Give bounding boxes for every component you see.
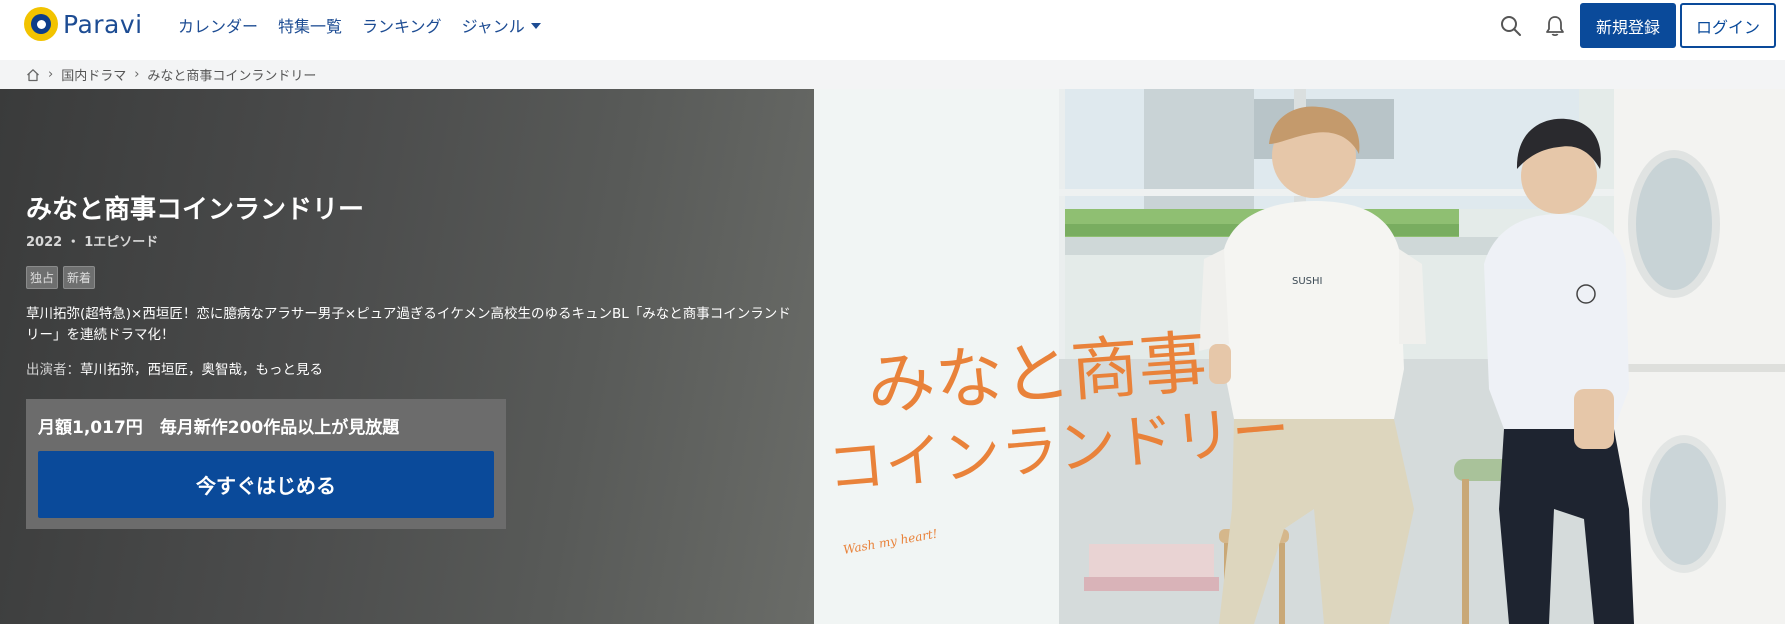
chevron-down-icon — [530, 23, 541, 29]
home-icon — [27, 68, 39, 81]
search-icon — [1500, 15, 1521, 36]
chevron-right-icon: › — [48, 67, 54, 82]
subscription-cta: 月額1,017円 毎月新作200作品以上が見放題 今すぐはじめる — [26, 399, 506, 529]
site-header: Paravi カレンダー 特集一覧 ランキング ジャンル 新規登録 ログイン — [0, 0, 1785, 50]
breadcrumb-domestic-drama[interactable]: 国内ドラマ — [61, 65, 126, 84]
cast-label: 出演者： — [26, 362, 80, 378]
login-button[interactable]: ログイン — [1679, 3, 1776, 48]
key-art-image: SUSHI みなと商事 コインランドリー Wash my heart! — [814, 89, 1785, 624]
show-tags: 独占 新着 — [26, 266, 100, 289]
breadcrumb: › 国内ドラマ › みなと商事コインランドリー — [0, 60, 1785, 89]
nav-calendar[interactable]: カレンダー — [178, 13, 258, 37]
key-art-illustration: SUSHI みなと商事 コインランドリー Wash my heart! — [814, 89, 1785, 624]
tag-exclusive: 独占 — [26, 266, 59, 289]
tag-new: 新着 — [63, 266, 96, 289]
logo-text: Paravi — [63, 9, 143, 39]
title-hero: みなと商事コインランドリー 2022 ・ 1エピソード 独占 新着 草川拓弥(超… — [0, 89, 1785, 624]
nav-ranking[interactable]: ランキング — [362, 13, 442, 37]
show-meta: 2022 ・ 1エピソード — [26, 235, 159, 250]
cast-names[interactable]: 草川拓弥，西垣匠，奥智哉，もっと見る — [80, 362, 323, 378]
notification-button[interactable] — [1533, 4, 1577, 48]
paravi-logo-icon — [24, 7, 58, 41]
nav-genre[interactable]: ジャンル — [462, 13, 541, 37]
main-nav: カレンダー 特集一覧 ランキング ジャンル — [178, 0, 561, 50]
header-actions: 新規登録 ログイン — [1489, 3, 1776, 48]
price-text: 月額1,017円 毎月新作200作品以上が見放題 — [38, 418, 400, 438]
search-button[interactable] — [1489, 4, 1533, 48]
cast-line: 出演者：草川拓弥，西垣匠，奥智哉，もっと見る — [26, 358, 323, 378]
home-link[interactable] — [26, 68, 40, 82]
nav-features[interactable]: 特集一覧 — [278, 13, 342, 37]
shirt-print: SUSHI — [1292, 276, 1322, 287]
bell-icon — [1546, 15, 1564, 36]
show-title: みなと商事コインランドリー — [26, 195, 365, 225]
breadcrumb-current: みなと商事コインランドリー — [147, 69, 317, 84]
chevron-right-icon: › — [134, 67, 140, 82]
show-description: 草川拓弥(超特急)×西垣匠！恋に臆病なアラサー男子×ピュア過ぎるイケメン高校生の… — [26, 306, 791, 343]
paravi-logo[interactable]: Paravi — [24, 7, 143, 41]
title-info-panel: みなと商事コインランドリー 2022 ・ 1エピソード 独占 新着 草川拓弥(超… — [0, 89, 814, 624]
register-button[interactable]: 新規登録 — [1579, 3, 1676, 48]
start-now-button[interactable]: 今すぐはじめる — [38, 451, 494, 518]
